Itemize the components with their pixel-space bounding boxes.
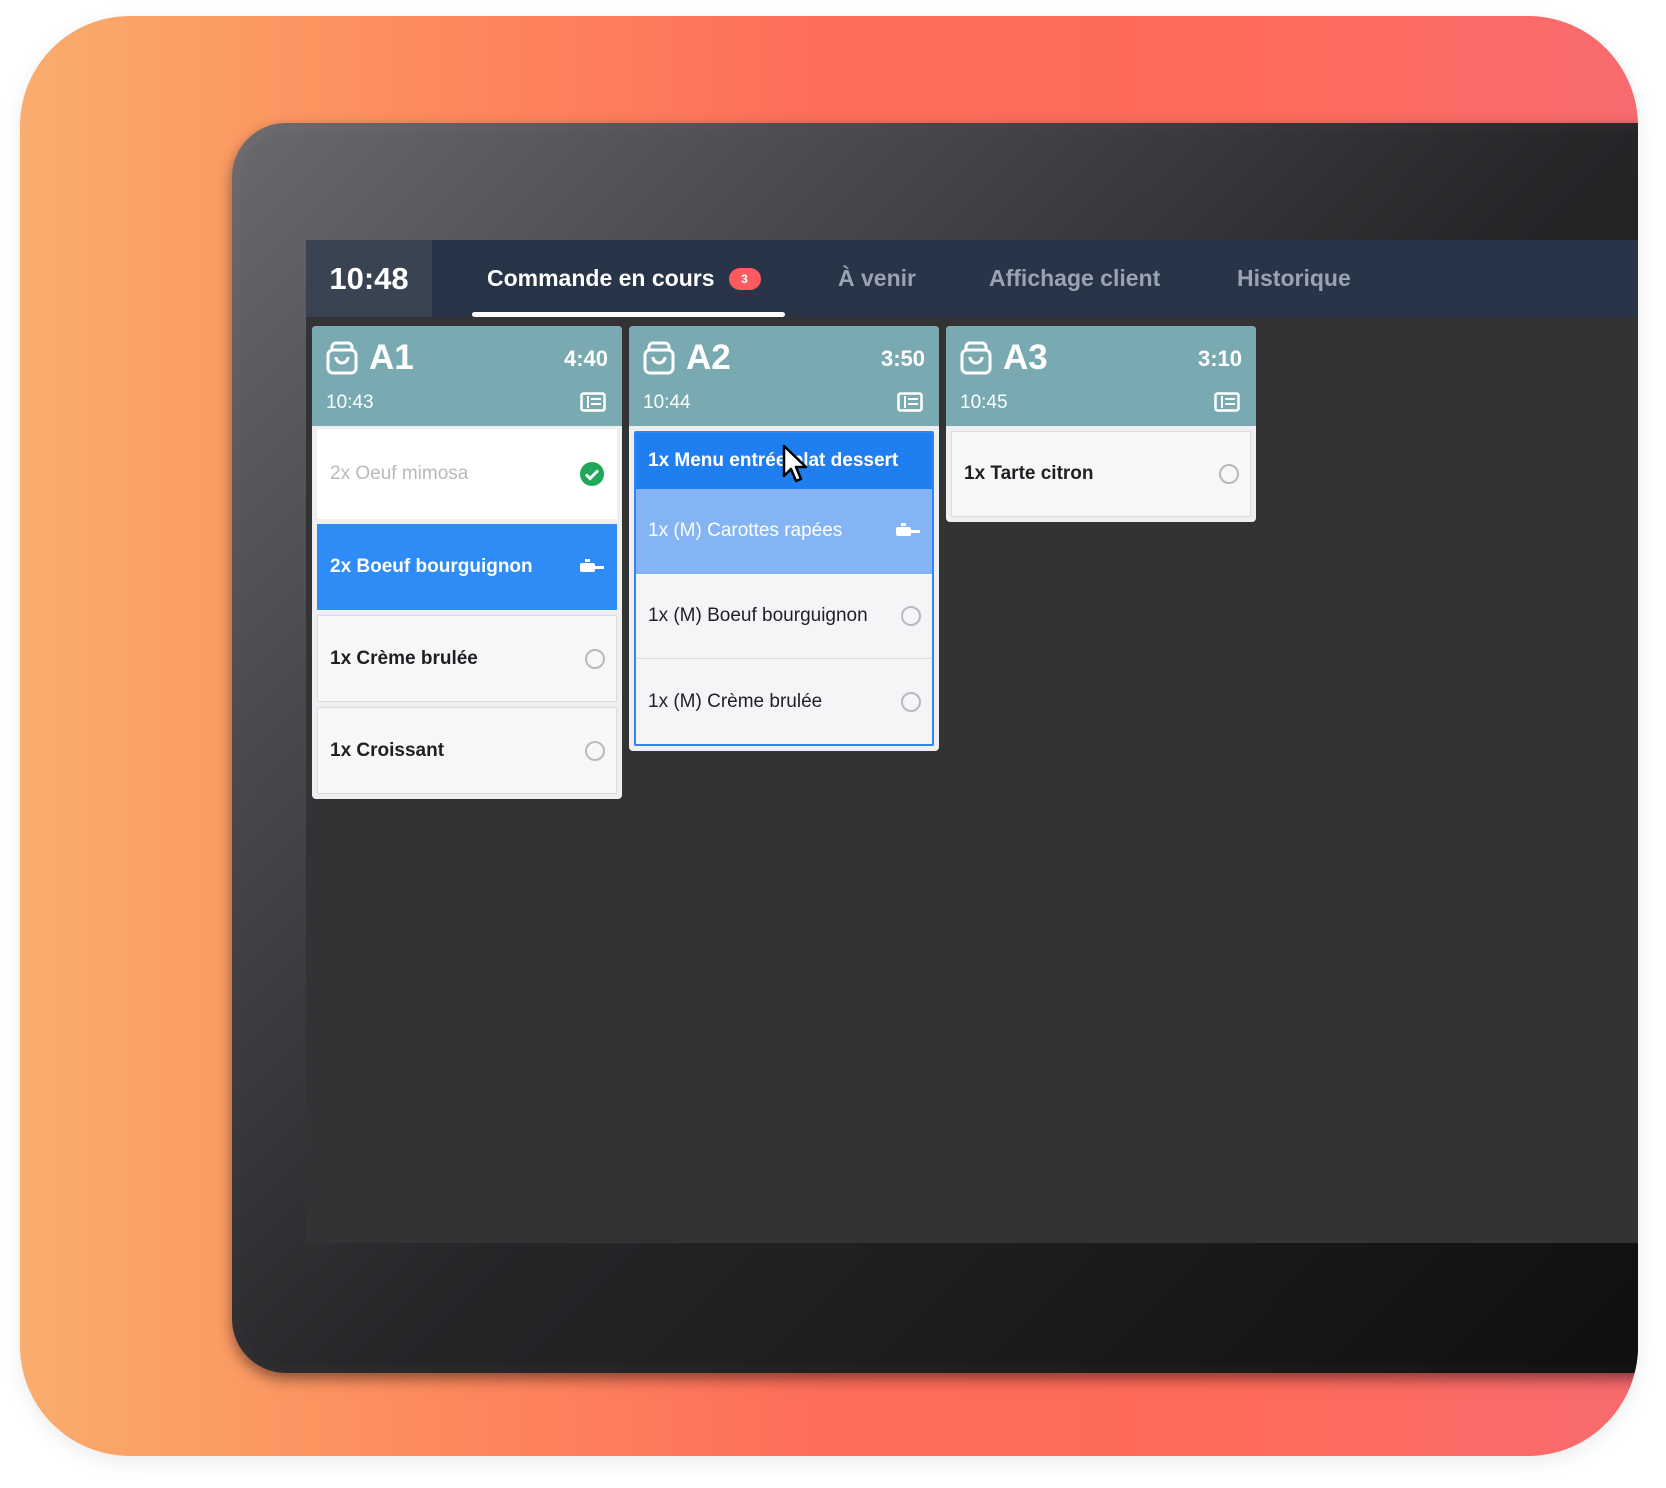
current-time: 10:48 [306, 240, 432, 317]
order-name: A1 [369, 338, 414, 377]
shopping-bag-icon [959, 340, 993, 381]
order-item[interactable]: 2x Oeuf mimosa [317, 429, 617, 519]
pending-circle-icon[interactable] [901, 691, 921, 712]
order-name: A3 [1003, 338, 1048, 377]
order-time: 10:45 [960, 392, 1008, 413]
shopping-bag-icon [642, 340, 676, 381]
item-label: 1x Croissant [330, 739, 445, 761]
order-name: A2 [686, 338, 731, 377]
order-item[interactable]: 1x Crème brulée [317, 615, 617, 702]
cooking-pan-icon [579, 558, 605, 576]
active-tab-indicator [472, 312, 785, 317]
kitchen-display-screen: 10:48 Commande en cours 3 À venir Affich… [306, 240, 1638, 1243]
tab-commande-en-cours[interactable]: Commande en cours 3 [487, 240, 761, 317]
cooking-pan-icon [895, 522, 921, 540]
pending-circle-icon[interactable] [585, 648, 605, 669]
ticket-icon[interactable] [1214, 392, 1240, 417]
tab-label: Affichage client [989, 265, 1161, 291]
tab-affichage-client[interactable]: Affichage client [989, 240, 1160, 317]
order-card-a3[interactable]: A3 3:10 10:45 1x Tarte citron [946, 326, 1256, 522]
item-label: 1x Crème brulée [330, 647, 478, 669]
tab-a-venir[interactable]: À venir [838, 240, 916, 317]
item-label: 1x Tarte citron [964, 463, 1094, 484]
item-label: 2x Boeuf bourguignon [330, 556, 533, 577]
order-header: A1 4:40 10:43 [312, 326, 622, 426]
order-timer: 4:40 [563, 346, 608, 371]
top-bar: 10:48 Commande en cours 3 À venir Affich… [306, 240, 1638, 317]
pending-circle-icon[interactable] [901, 606, 921, 626]
tab-historique[interactable]: Historique [1237, 240, 1351, 317]
check-icon [579, 461, 605, 487]
order-item[interactable]: 1x (M) Boeuf bourguignon [636, 574, 932, 659]
order-item[interactable]: 1x Tarte citron [951, 431, 1251, 517]
shopping-bag-icon [325, 340, 359, 381]
order-item[interactable]: 1x Croissant [317, 707, 617, 794]
order-timer: 3:10 [1197, 346, 1242, 371]
order-card-a1[interactable]: A1 4:40 10:43 2x Oeuf mimosa 2x Boeuf bo… [312, 326, 622, 799]
tab-label: Commande en cours [487, 265, 715, 291]
pending-circle-icon[interactable] [1219, 464, 1239, 484]
ticket-icon[interactable] [580, 392, 606, 417]
order-card-a2[interactable]: A2 3:50 10:44 1x Menu entrée plat desser… [629, 326, 939, 751]
tab-label: Historique [1237, 265, 1351, 291]
order-item[interactable]: 2x Boeuf bourguignon [317, 524, 617, 610]
order-timer: 3:50 [880, 346, 925, 371]
item-label: 1x (M) Boeuf bourguignon [648, 605, 868, 626]
item-label: 1x (M) Crème brulée [648, 690, 823, 712]
ticket-icon[interactable] [897, 392, 923, 417]
order-time: 10:44 [643, 392, 691, 413]
order-count-badge: 3 [728, 267, 761, 290]
order-time: 10:43 [326, 392, 374, 413]
order-header: A2 3:50 10:44 [629, 326, 939, 426]
order-header: A3 3:10 10:45 [946, 326, 1256, 426]
tab-label: À venir [838, 265, 916, 291]
order-item[interactable]: 1x (M) Crème brulée [636, 659, 932, 744]
item-label: 1x (M) Carottes rapées [648, 520, 843, 541]
mouse-pointer-icon [782, 444, 810, 489]
item-label: 2x Oeuf mimosa [330, 463, 469, 484]
order-item[interactable]: 1x (M) Carottes rapées [636, 489, 932, 574]
pending-circle-icon[interactable] [585, 740, 605, 761]
